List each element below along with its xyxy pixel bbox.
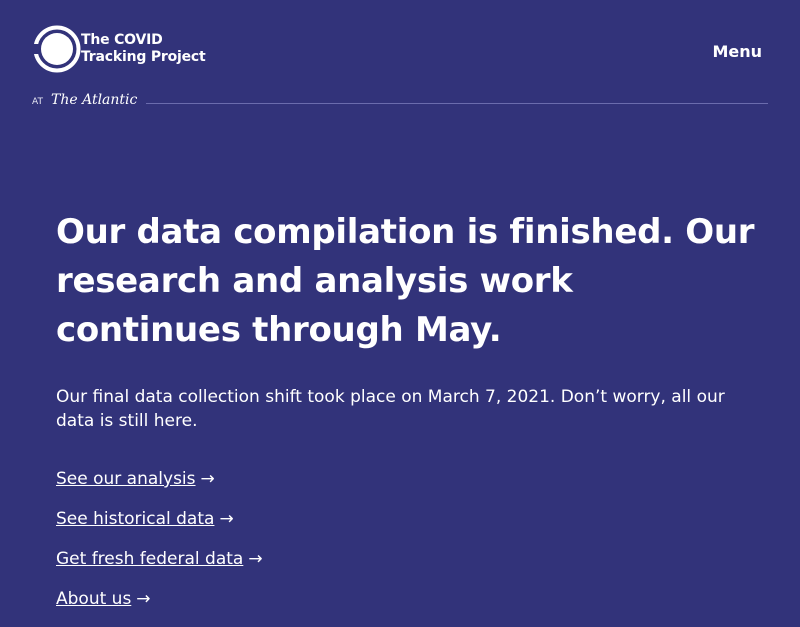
- arrow-right-icon: →: [248, 549, 263, 569]
- header-divider: [146, 103, 768, 104]
- logo-line-1: The COVID: [81, 32, 163, 48]
- list-item: Get fresh federal data →: [56, 547, 263, 587]
- about-us-link[interactable]: About us: [56, 589, 131, 609]
- site-logo-link[interactable]: The COVID Tracking Project: [32, 24, 206, 74]
- link-list: See our analysis → See historical data → G…: [56, 467, 263, 627]
- covid-tracking-logo-icon: [32, 25, 81, 73]
- see-our-analysis-link[interactable]: See our analysis: [56, 469, 196, 489]
- arrow-right-icon: →: [200, 469, 215, 489]
- page-headline: Our data compilation is finished. Our re…: [56, 212, 755, 350]
- list-item: See historical data →: [56, 507, 263, 547]
- publisher-row: AT The Atlantic: [32, 92, 768, 112]
- arrow-right-icon: →: [136, 589, 151, 609]
- intro-text: Our final data collection shift took pla…: [56, 387, 725, 431]
- list-item: See our analysis →: [56, 467, 263, 507]
- logo-line-2: Tracking Project: [81, 49, 206, 65]
- arrow-right-icon: →: [219, 509, 234, 529]
- menu-button[interactable]: Menu: [712, 42, 762, 61]
- get-fresh-federal-data-link[interactable]: Get fresh federal data: [56, 549, 243, 569]
- logo-text: The COVID Tracking Project: [81, 32, 206, 66]
- the-atlantic-link[interactable]: The Atlantic: [51, 92, 137, 108]
- list-item: About us →: [56, 587, 263, 627]
- at-label: AT: [32, 97, 43, 107]
- see-historical-data-link[interactable]: See historical data: [56, 509, 214, 529]
- main-content: Our data compilation is finished. Our re…: [56, 208, 756, 609]
- site-header: The COVID Tracking Project Menu AT The A…: [0, 0, 800, 110]
